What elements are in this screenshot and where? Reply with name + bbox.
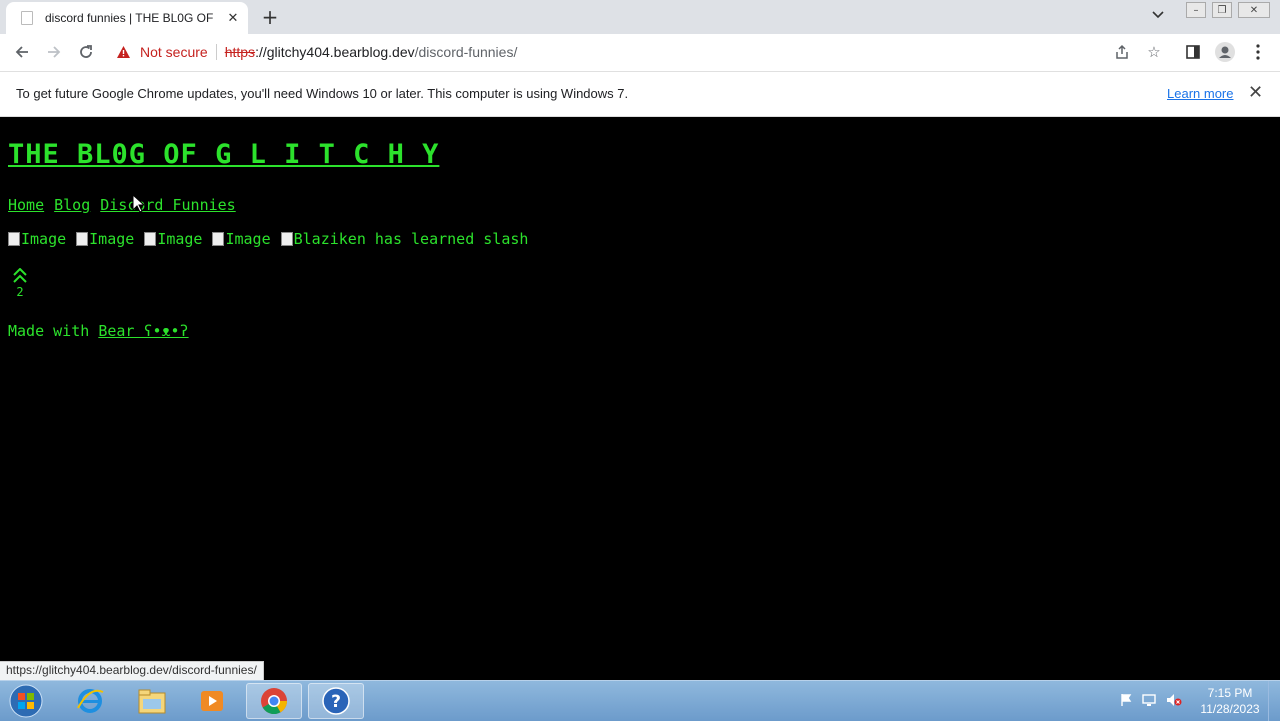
taskbar-clock[interactable]: 7:15 PM 11/28/2023 bbox=[1195, 685, 1265, 717]
clock-date: 11/28/2023 bbox=[1200, 702, 1260, 716]
close-tab-icon[interactable]: ✕ bbox=[225, 10, 241, 26]
broken-image: Image bbox=[76, 230, 134, 248]
image-alt-text: Blaziken has learned slash bbox=[293, 230, 529, 248]
security-label[interactable]: Not secure bbox=[140, 44, 208, 60]
tab-strip: discord funnies | THE BL0G OF G ✕ + – ❐ … bbox=[0, 0, 1280, 34]
url-path: /discord-funnies/ bbox=[414, 44, 518, 60]
mouse-cursor-icon bbox=[132, 194, 146, 213]
window-controls: – ❐ ✕ bbox=[1186, 2, 1270, 18]
url-scheme: https bbox=[224, 44, 256, 60]
footer-text: Made with bbox=[8, 322, 99, 340]
menu-kebab-icon[interactable] bbox=[1248, 42, 1268, 62]
image-alt-text: Image bbox=[89, 230, 135, 248]
media-player-icon bbox=[201, 691, 223, 711]
tab-title: discord funnies | THE BL0G OF G bbox=[45, 11, 217, 25]
taskbar-explorer-button[interactable] bbox=[124, 683, 180, 719]
maximize-icon[interactable]: ❐ bbox=[1212, 2, 1232, 18]
reload-icon[interactable] bbox=[76, 42, 96, 62]
taskbar-chrome-button[interactable] bbox=[246, 683, 302, 719]
bookmark-star-icon[interactable]: ☆ bbox=[1144, 42, 1164, 62]
upvote-count: 2 bbox=[16, 285, 24, 299]
nav-discord-funnies-link[interactable]: Discord Funnies bbox=[100, 196, 235, 214]
broken-image-icon bbox=[144, 232, 157, 246]
post-images: Image Image Image Image Blaziken has lea… bbox=[8, 230, 528, 248]
broken-image-icon bbox=[212, 232, 225, 246]
upvote-button[interactable]: 2 bbox=[12, 267, 28, 299]
show-desktop-button[interactable] bbox=[1268, 681, 1280, 721]
image-alt-text: Image bbox=[21, 230, 67, 248]
image-alt-text: Image bbox=[225, 230, 271, 248]
url-host: ://glitchy404.bearblog.dev bbox=[255, 44, 415, 60]
footer: Made with Bear ʕ•ᴥ•ʔ bbox=[8, 322, 189, 341]
share-icon[interactable] bbox=[1112, 42, 1132, 62]
windows-logo-icon[interactable] bbox=[9, 684, 43, 718]
clock-time: 7:15 PM bbox=[1207, 686, 1253, 700]
help-icon: ? bbox=[322, 687, 350, 715]
side-panel-icon[interactable] bbox=[1183, 42, 1203, 62]
nav-home-link[interactable]: Home bbox=[8, 196, 44, 214]
taskbar-media-player-button[interactable] bbox=[184, 683, 240, 719]
window-close-icon[interactable]: ✕ bbox=[1238, 2, 1270, 18]
volume-muted-icon[interactable] bbox=[1166, 693, 1182, 710]
broken-image-icon bbox=[76, 232, 89, 246]
divider bbox=[215, 44, 217, 60]
bear-link[interactable]: Bear ʕ•ᴥ•ʔ bbox=[98, 322, 188, 340]
browser-toolbar: Not secure https://glitchy404.bearblog.d… bbox=[0, 34, 1280, 72]
nav-blog-link[interactable]: Blog bbox=[54, 196, 90, 214]
broken-image-icon bbox=[8, 232, 20, 246]
broken-image: Image bbox=[144, 230, 202, 248]
tab-discord-funnies[interactable]: discord funnies | THE BL0G OF G ✕ bbox=[6, 2, 248, 34]
update-infobar: To get future Google Chrome updates, you… bbox=[0, 72, 1280, 117]
page-content: THE BL0G OF G L I T C H Y Home Blog Disc… bbox=[0, 117, 1280, 680]
broken-image: Image bbox=[8, 230, 66, 248]
infobar-close-icon[interactable]: ✕ bbox=[1248, 82, 1263, 103]
broken-image: Image bbox=[212, 230, 271, 248]
address-bar[interactable]: Not secure https://glitchy404.bearblog.d… bbox=[110, 38, 1150, 66]
internet-explorer-icon bbox=[77, 689, 104, 713]
back-icon[interactable] bbox=[12, 42, 32, 62]
taskbar-help-button[interactable]: ? bbox=[308, 683, 364, 719]
image-alt-text: Image bbox=[157, 230, 203, 248]
folder-icon bbox=[138, 689, 166, 714]
windows-taskbar: ? 7:15 PM 11/28/2023 bbox=[0, 680, 1280, 721]
start-button[interactable] bbox=[6, 683, 46, 719]
new-tab-icon[interactable]: + bbox=[259, 5, 281, 29]
action-center-flag-icon[interactable] bbox=[1120, 693, 1132, 710]
broken-image-icon bbox=[280, 232, 293, 246]
system-tray bbox=[1120, 693, 1182, 710]
upvote-chevron-icon[interactable] bbox=[13, 267, 27, 285]
minimize-icon[interactable]: – bbox=[1186, 2, 1206, 18]
learn-more-link[interactable]: Learn more bbox=[1167, 86, 1233, 101]
network-icon[interactable] bbox=[1142, 693, 1156, 710]
warning-icon[interactable] bbox=[116, 45, 131, 60]
chrome-icon bbox=[261, 688, 288, 715]
taskbar-ie-button[interactable] bbox=[62, 683, 118, 719]
forward-icon[interactable] bbox=[44, 42, 64, 62]
infobar-message: To get future Google Chrome updates, you… bbox=[16, 86, 629, 101]
profile-avatar-icon[interactable] bbox=[1215, 42, 1235, 62]
blog-nav: Home Blog Discord Funnies bbox=[8, 196, 236, 214]
svg-text:?: ? bbox=[331, 692, 341, 712]
broken-image: Blaziken has learned slash bbox=[280, 230, 529, 248]
page-icon bbox=[21, 11, 33, 25]
blog-title-link[interactable]: THE BL0G OF G L I T C H Y bbox=[8, 139, 439, 170]
tab-search-chevron-icon[interactable] bbox=[1152, 9, 1164, 22]
status-bubble: https://glitchy404.bearblog.dev/discord-… bbox=[0, 661, 264, 682]
